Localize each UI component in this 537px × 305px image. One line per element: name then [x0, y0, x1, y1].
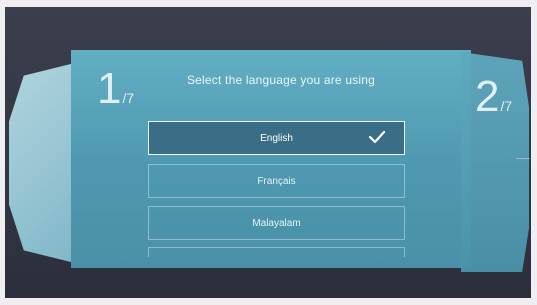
- language-label: Français: [257, 175, 296, 187]
- divider: [516, 158, 530, 159]
- next-step-total: /7: [500, 98, 513, 114]
- step-total: /7: [122, 90, 135, 106]
- page-title: Select the language you are using: [186, 73, 376, 87]
- language-option-francais[interactable]: Français: [148, 164, 405, 198]
- language-option-more[interactable]: [148, 247, 405, 257]
- language-option-english[interactable]: English: [148, 121, 405, 155]
- language-label: Malayalam: [252, 217, 301, 229]
- current-step-number: 1: [97, 64, 122, 113]
- check-icon: [368, 129, 386, 148]
- step-indicator-next: 2/7: [475, 75, 512, 119]
- next-step-number: 2: [475, 72, 500, 121]
- language-label: English: [260, 132, 293, 144]
- language-option-malayalam[interactable]: Malayalam: [148, 206, 405, 240]
- step-indicator-current: 1/7: [97, 67, 134, 111]
- setup-screen: 1/7 2/7 Select the language you are usin…: [5, 7, 531, 298]
